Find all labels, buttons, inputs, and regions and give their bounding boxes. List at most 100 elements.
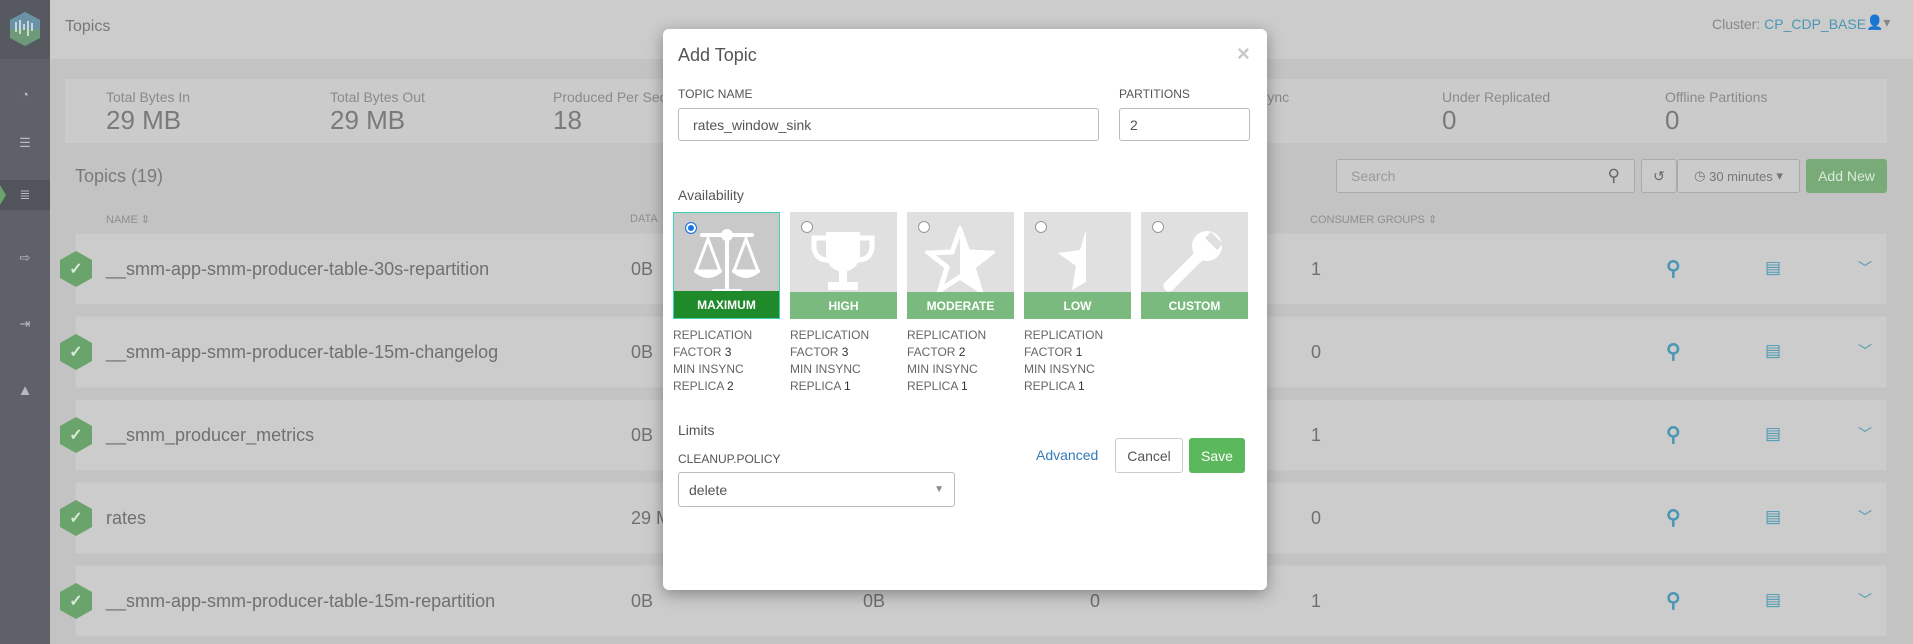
brokers-icon[interactable]: ☰: [0, 128, 50, 158]
sidebar: ◔ ☰ ≣ ⇨ ⇥ ▲: [0, 0, 50, 644]
stat-produced-per-sec: Produced Per Sec 18: [553, 89, 667, 135]
stat-total-bytes-in: Total Bytes In 29 MB: [106, 89, 191, 135]
chevron-down-icon[interactable]: ﹀: [1858, 507, 1872, 527]
availability-option-low[interactable]: LOW: [1024, 212, 1131, 319]
caret-down-icon: ▼: [934, 484, 944, 495]
close-icon[interactable]: ×: [1237, 41, 1250, 67]
topic-data: 0B: [631, 342, 654, 362]
topic-name[interactable]: __smm-app-smm-producer-table-15m-changel…: [106, 342, 498, 363]
quarter-star-icon: [1058, 230, 1086, 290]
consumer-groups: 0: [1311, 342, 1322, 362]
trophy-icon: [811, 232, 875, 290]
consumer-groups: 1: [1311, 425, 1322, 445]
table-icon[interactable]: ▤: [1765, 341, 1781, 361]
save-button[interactable]: Save: [1189, 438, 1245, 473]
partitions-input[interactable]: 2: [1119, 108, 1250, 141]
topics-count-title: Topics (19): [75, 166, 164, 186]
alerts-icon[interactable]: ▲: [0, 375, 50, 405]
table-icon[interactable]: ▤: [1765, 507, 1781, 527]
producers-icon[interactable]: ⇨: [0, 243, 50, 273]
availability-option-description: REPLICATION FACTOR 3 MIN INSYNC REPLICA …: [790, 328, 870, 393]
time-range-dropdown[interactable]: ◷ 30 minutes ▾: [1677, 159, 1800, 193]
topic-col2: 0B: [863, 591, 886, 611]
search-icon[interactable]: ⚲: [1666, 339, 1681, 364]
half-star-icon: [925, 226, 995, 296]
cluster-label: Cluster: CP_CDP_BASE: [1712, 16, 1867, 32]
topic-data: 0B: [631, 591, 654, 611]
column-header-name[interactable]: NAME ⇕: [106, 213, 150, 226]
topic-name-label: TOPIC NAME: [678, 87, 753, 101]
radio-button[interactable]: [918, 221, 930, 233]
topics-icon[interactable]: ≣: [0, 180, 50, 210]
availability-option-label: MAXIMUM: [674, 291, 779, 318]
table-icon[interactable]: ▤: [1765, 258, 1781, 278]
app-logo[interactable]: [0, 0, 50, 59]
availability-option-moderate[interactable]: MODERATE: [907, 212, 1014, 319]
radio-button[interactable]: [685, 222, 697, 234]
partitions-label: PARTITIONS: [1119, 87, 1190, 101]
availability-option-description: REPLICATION FACTOR 3 MIN INSYNC REPLICA …: [673, 328, 753, 393]
cleanup-policy-label: CLEANUP.POLICY: [678, 452, 781, 466]
cluster-link[interactable]: CP_CDP_BASE: [1764, 16, 1866, 32]
search-icon[interactable]: ⚲: [1666, 505, 1681, 530]
radio-button[interactable]: [801, 221, 813, 233]
availability-label: Availability: [678, 187, 744, 203]
search-icon: ⚲: [1607, 166, 1620, 185]
topic-name[interactable]: __smm_producer_metrics: [106, 425, 314, 446]
topic-name[interactable]: __smm-app-smm-producer-table-30s-reparti…: [106, 259, 489, 280]
availability-option-label: HIGH: [790, 292, 897, 319]
availability-option-label: MODERATE: [907, 292, 1014, 319]
search-icon[interactable]: ⚲: [1666, 422, 1681, 447]
add-new-button[interactable]: Add New: [1806, 159, 1887, 193]
chevron-down-icon[interactable]: ﹀: [1858, 424, 1872, 444]
chevron-down-icon[interactable]: ﹀: [1858, 258, 1872, 278]
advanced-link[interactable]: Advanced: [1036, 447, 1098, 463]
topic-name-input[interactable]: rates_window_sink: [678, 108, 1099, 141]
topic-data: 0B: [631, 259, 654, 279]
consumer-groups: 1: [1311, 591, 1322, 611]
refresh-icon: ↺: [1653, 167, 1665, 184]
active-indicator: [0, 185, 6, 205]
availability-option-label: LOW: [1024, 292, 1131, 319]
clock-icon: ◷: [1694, 168, 1710, 183]
topic-name[interactable]: rates: [106, 508, 146, 529]
table-icon[interactable]: ▤: [1765, 424, 1781, 444]
search-placeholder: Search: [1351, 168, 1396, 184]
topic-data: 0B: [631, 425, 654, 445]
radio-button[interactable]: [1152, 221, 1164, 233]
user-menu[interactable]: 👤▾: [1866, 14, 1890, 31]
page-title: Topics: [65, 18, 111, 35]
consumers-icon[interactable]: ⇥: [0, 309, 50, 339]
modal-title: Add Topic: [678, 45, 757, 65]
search-icon[interactable]: ⚲: [1666, 256, 1681, 281]
stat-total-bytes-out: Total Bytes Out 29 MB: [330, 89, 425, 135]
stat-offline-partitions: Offline Partitions 0: [1665, 89, 1768, 135]
chevron-down-icon[interactable]: ﹀: [1858, 341, 1872, 361]
scales-icon: [693, 229, 761, 293]
column-header-consumer-groups[interactable]: CONSUMER GROUPS ⇕: [1310, 213, 1437, 226]
cleanup-policy-select[interactable]: delete ▼: [678, 472, 955, 507]
dashboard-icon[interactable]: ◔: [0, 79, 50, 109]
consumer-groups: 1: [1311, 259, 1322, 279]
availability-option-description: REPLICATION FACTOR 2 MIN INSYNC REPLICA …: [907, 328, 987, 393]
chevron-down-icon[interactable]: ﹀: [1858, 590, 1872, 610]
search-icon[interactable]: ⚲: [1666, 588, 1681, 613]
topic-col3: 0: [1090, 591, 1101, 611]
availability-option-high[interactable]: HIGH: [790, 212, 897, 319]
search-input[interactable]: Search ⚲: [1336, 159, 1635, 193]
topic-name[interactable]: __smm-app-smm-producer-table-15m-reparti…: [106, 591, 495, 612]
table-icon[interactable]: ▤: [1765, 590, 1781, 610]
availability-option-custom[interactable]: CUSTOM: [1141, 212, 1248, 319]
availability-option-maximum[interactable]: MAXIMUM: [673, 212, 780, 319]
availability-option-label: CUSTOM: [1141, 292, 1248, 319]
availability-option-description: REPLICATION FACTOR 1 MIN INSYNC REPLICA …: [1024, 328, 1104, 393]
add-topic-modal: Add Topic × TOPIC NAME rates_window_sink…: [663, 29, 1267, 590]
refresh-button[interactable]: ↺: [1641, 159, 1677, 193]
wrench-icon: [1163, 231, 1223, 292]
column-header-data[interactable]: DATA: [630, 213, 658, 225]
limits-label: Limits: [678, 422, 715, 438]
stat-under-replicated: Under Replicated 0: [1442, 89, 1551, 135]
cancel-button[interactable]: Cancel: [1115, 438, 1183, 473]
consumer-groups: 0: [1311, 508, 1322, 528]
radio-button[interactable]: [1035, 221, 1047, 233]
